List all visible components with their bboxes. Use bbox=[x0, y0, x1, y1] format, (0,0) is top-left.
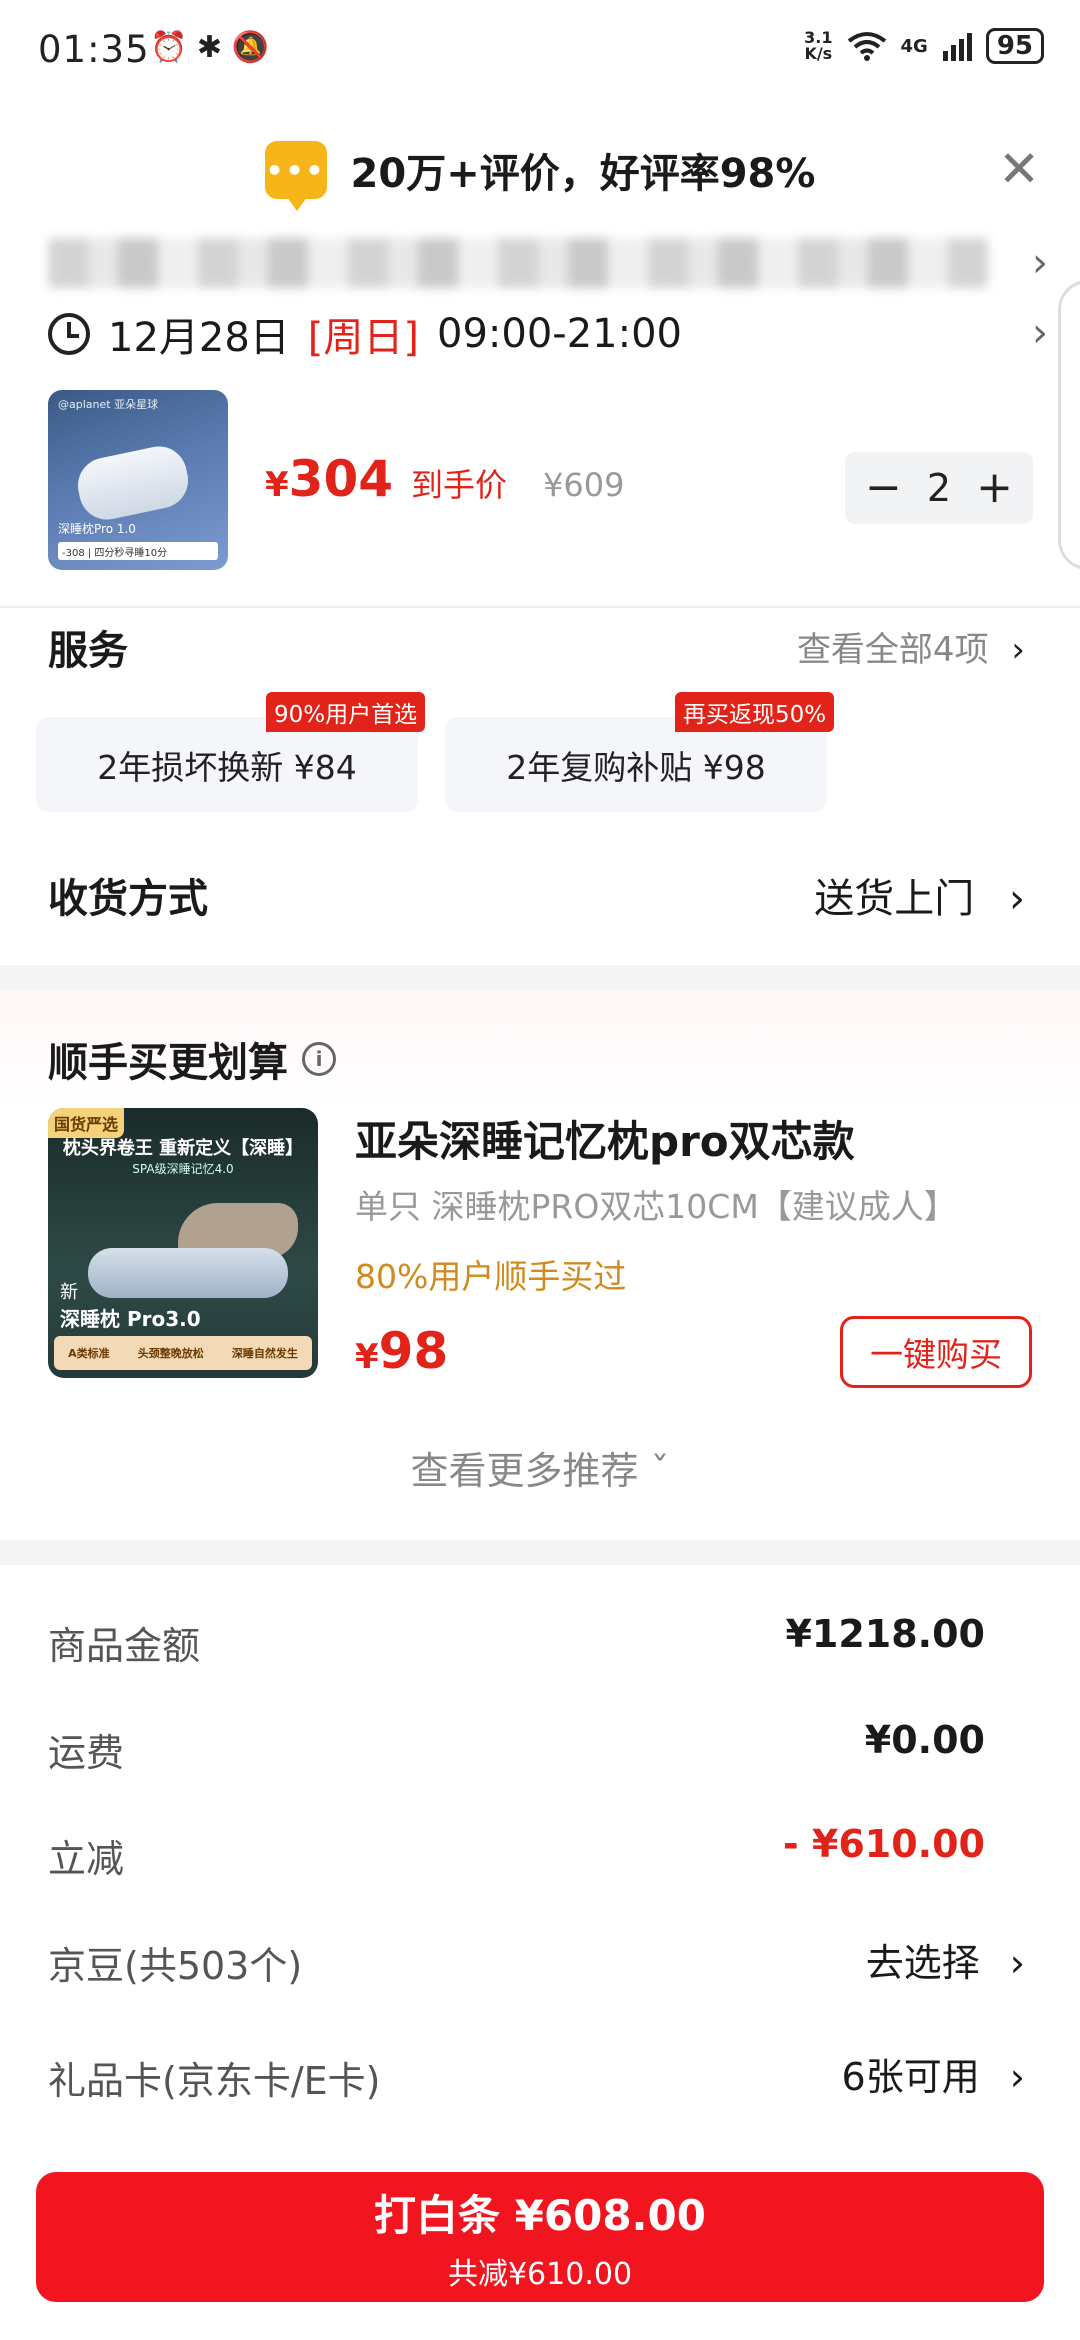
service-option-label: 2年损坏换新 ¥84 bbox=[97, 747, 357, 787]
thumb-brand-text: @aplanet 亚朵星球 bbox=[58, 398, 159, 411]
delivery-date: 12月28日 bbox=[108, 315, 290, 361]
one-click-buy-button[interactable]: 一键购买 bbox=[840, 1316, 1032, 1388]
chat-bubble-icon: ••• bbox=[264, 141, 327, 211]
review-banner-text: 20万+评价，好评率98% bbox=[350, 151, 816, 197]
info-icon[interactable]: i bbox=[302, 1042, 336, 1076]
upsell-thumb-headline: 枕头界卷王 重新定义【深睡】 bbox=[62, 1138, 304, 1159]
giftcard-select-link[interactable]: 6张可用 › bbox=[842, 2046, 1025, 2101]
network-type: 4G bbox=[900, 35, 928, 57]
chevron-right-icon: › bbox=[1009, 2055, 1025, 2099]
upsell-product-thumbnail[interactable]: 国货严选 枕头界卷王 重新定义【深睡】 SPA级深睡记忆4.0 新 深睡枕 Pr… bbox=[48, 1108, 318, 1378]
pillow-image bbox=[88, 1248, 288, 1298]
upsell-title: 顺手买更划算 i bbox=[48, 1030, 336, 1088]
quantity-stepper[interactable]: − 2 + bbox=[845, 452, 1033, 524]
chevron-right-icon: › bbox=[1009, 1941, 1025, 1985]
pillow-image bbox=[72, 441, 194, 525]
summary-label-jingdou: 京豆(共503个) bbox=[48, 1944, 303, 1988]
service-title: 服务 bbox=[48, 628, 128, 674]
summary-value-goods: ¥1218.00 bbox=[785, 1612, 985, 1656]
delivery-weekday: [周日] bbox=[307, 315, 420, 361]
net-speed: 3.1 K/s bbox=[804, 28, 833, 63]
original-price: ¥609 bbox=[543, 466, 625, 504]
minus-button[interactable]: − bbox=[865, 466, 902, 510]
upsell-thumb-new: 新 bbox=[60, 1282, 78, 1303]
upsell-price: 98 bbox=[378, 1322, 449, 1380]
upsell-product-desc: 单只 深睡枕PRO双芯10CM【建议成人】 bbox=[355, 1187, 957, 1226]
upsell-thumb-strip: A类标准 头颈整晚放松 深睡自然发生 bbox=[54, 1336, 312, 1370]
price-symbol: ¥ bbox=[265, 465, 289, 505]
pay-button[interactable]: 打白条 ¥608.00 共减¥610.00 bbox=[36, 2172, 1044, 2302]
receive-method-selector[interactable]: 送货上门 › bbox=[814, 866, 1025, 924]
side-scroll-handle[interactable] bbox=[1058, 280, 1080, 570]
service-badge: 再买返现50% bbox=[675, 692, 835, 732]
status-right-group: 3.1 K/s 4G 95 bbox=[804, 28, 1044, 64]
summary-value-discount: - ¥610.00 bbox=[782, 1822, 985, 1866]
thumb-tags: -308 | 四分秒寻睡10分 bbox=[58, 542, 218, 560]
service-view-all-link[interactable]: 查看全部4项 › bbox=[797, 622, 1025, 671]
review-banner: ••• 20万+评价，好评率98% bbox=[0, 115, 1080, 225]
product-price-group: ¥ 304 到手价 ¥609 bbox=[265, 450, 625, 508]
summary-label-goods: 商品金额 bbox=[48, 1624, 201, 1668]
summary-value-shipping: ¥0.00 bbox=[864, 1718, 985, 1762]
price-tag-label: 到手价 bbox=[411, 466, 508, 504]
close-icon[interactable]: ✕ bbox=[998, 140, 1040, 198]
pay-button-main: 打白条 ¥608.00 bbox=[374, 2190, 706, 2240]
service-badge: 90%用户首选 bbox=[266, 692, 426, 732]
delivery-time-row[interactable]: 12月28日 [周日] 09:00-21:00 bbox=[48, 305, 682, 363]
chevron-right-icon: › bbox=[1011, 630, 1025, 670]
delivery-time-range: 09:00-21:00 bbox=[437, 311, 682, 357]
view-more-recommend-link[interactable]: 查看更多推荐 ˇ bbox=[0, 1440, 1080, 1495]
summary-label-discount: 立减 bbox=[48, 1837, 125, 1881]
service-option-label: 2年复购补贴 ¥98 bbox=[506, 747, 766, 787]
summary-label-giftcard: 礼品卡(京东卡/E卡) bbox=[48, 2059, 381, 2103]
upsell-price-group: ¥ 98 bbox=[355, 1322, 448, 1380]
pay-button-sub: 共减¥610.00 bbox=[447, 2256, 633, 2292]
wifi-icon bbox=[847, 32, 886, 61]
clock-icon bbox=[48, 313, 90, 355]
address-chevron-icon[interactable]: › bbox=[1032, 240, 1048, 286]
plus-button[interactable]: + bbox=[976, 466, 1013, 510]
thumb-label: 深睡枕Pro 1.0 bbox=[58, 522, 136, 536]
jingdou-select-link[interactable]: 去选择 › bbox=[866, 1932, 1025, 1987]
status-notification-icons: ⏰ ✱ 🔕 bbox=[150, 30, 269, 65]
status-time: 01:35 bbox=[38, 28, 150, 71]
quantity-value: 2 bbox=[926, 466, 952, 510]
chevron-right-icon: › bbox=[1009, 876, 1025, 922]
product-thumbnail[interactable]: @aplanet 亚朵星球 深睡枕Pro 1.0 -308 | 四分秒寻睡10分 bbox=[48, 390, 228, 570]
upsell-product-name[interactable]: 亚朵深睡记忆枕pro双芯款 bbox=[355, 1108, 855, 1169]
battery-icon: 95 bbox=[985, 28, 1044, 64]
upsell-thumb-name: 深睡枕 Pro3.0 bbox=[60, 1307, 201, 1331]
address-row-blurred[interactable] bbox=[48, 238, 988, 288]
upsell-buy-ratio: 80%用户顺手买过 bbox=[355, 1257, 627, 1296]
product-price: 304 bbox=[288, 450, 394, 508]
price-symbol: ¥ bbox=[355, 1337, 379, 1377]
divider bbox=[0, 606, 1080, 608]
delivery-chevron-icon[interactable]: › bbox=[1032, 310, 1048, 356]
upsell-thumb-sub: SPA级深睡记忆4.0 bbox=[132, 1162, 234, 1176]
summary-label-shipping: 运费 bbox=[48, 1731, 125, 1775]
signal-icon bbox=[942, 33, 972, 61]
receive-method-title: 收货方式 bbox=[48, 876, 208, 922]
